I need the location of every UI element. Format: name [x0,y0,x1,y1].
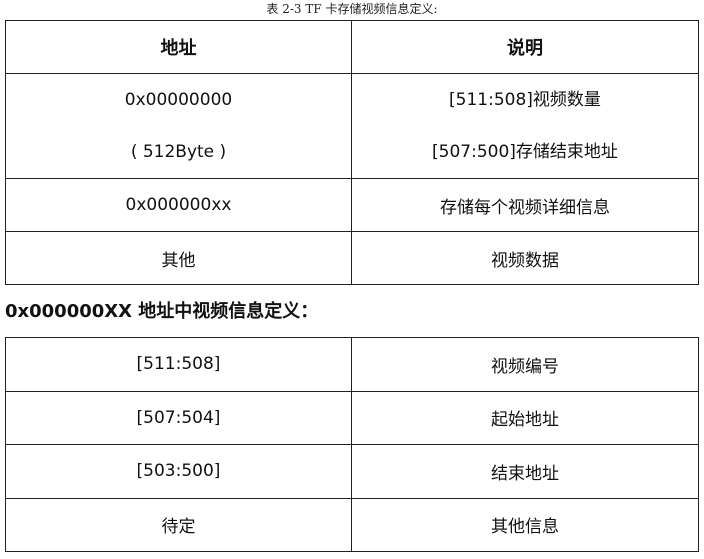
description-cell: 存储每个视频详细信息 [351,178,699,232]
field-cell: 待定 [5,497,352,552]
address-size: ( 512Byte ) [130,142,227,162]
table-header-row: 地址 说明 [5,20,699,74]
video-info-table: [511:508] 视频编号 [507:504] 起始地址 [503:500] … [5,337,699,552]
description-line: [507:500]存储结束地址 [432,142,618,162]
section-heading: 0x000000XX 地址中视频信息定义： [5,301,319,322]
address-cell: 0x000000xx [5,178,352,232]
description-cell: 起始地址 [351,390,699,445]
header-description: 说明 [351,20,699,74]
field-cell: [511:508] [5,337,352,392]
description-cell: 视频数据 [351,231,699,285]
field-cell: [503:500] [5,444,352,499]
header-address: 地址 [5,20,352,74]
description-cell: 结束地址 [351,444,699,499]
table-row: 待定 其他信息 [5,497,699,552]
description-cell: 视频编号 [351,337,699,392]
description-cell: [511:508]视频数量 [507:500]存储结束地址 [351,73,699,179]
table-row: 0x00000000 ( 512Byte ) [511:508]视频数量 [50… [5,73,699,179]
description-cell: 其他信息 [351,497,699,552]
table-caption: 表 2-3 TF 卡存储视频信息定义: [266,2,438,16]
field-cell: [507:504] [5,390,352,445]
table-row: 其他 视频数据 [5,231,699,285]
address-value: 0x00000000 [124,90,233,110]
table-row: [507:504] 起始地址 [5,390,699,445]
table-row: [511:508] 视频编号 [5,337,699,392]
address-cell: 其他 [5,231,352,285]
table-row: [503:500] 结束地址 [5,444,699,499]
storage-definition-table: 地址 说明 0x00000000 ( 512Byte ) [511:508]视频… [5,20,699,285]
address-cell: 0x00000000 ( 512Byte ) [5,73,352,179]
table-row: 0x000000xx 存储每个视频详细信息 [5,178,699,232]
description-line: [511:508]视频数量 [449,90,601,110]
